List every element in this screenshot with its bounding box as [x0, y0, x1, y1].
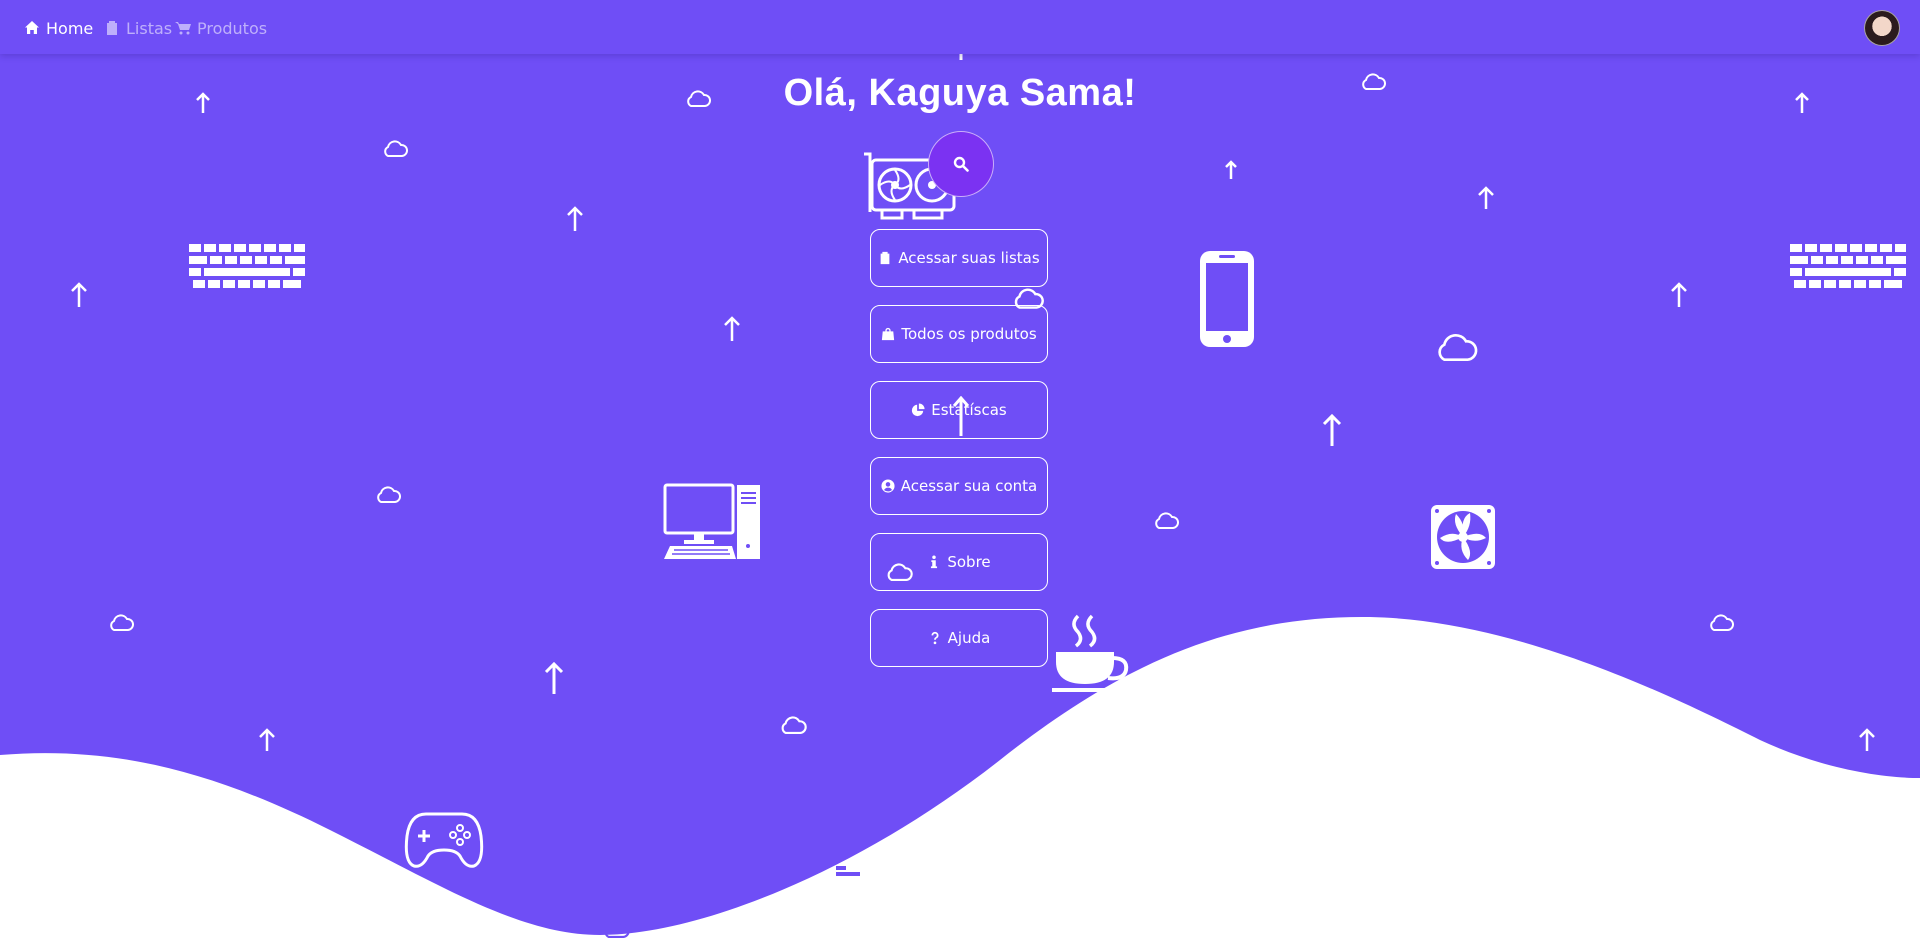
help-button[interactable]: Ajuda [870, 609, 1048, 667]
desktop-computer-icon [662, 482, 762, 560]
cooling-fan-icon [1430, 504, 1496, 570]
arrow-up-icon [723, 316, 741, 342]
shopping-bag-icon [882, 327, 895, 341]
help-label: Ajuda [947, 629, 991, 647]
cloud-icon [1434, 333, 1478, 363]
account-button[interactable]: Acessar sua conta [870, 457, 1048, 515]
arrow-up-icon [1477, 186, 1495, 210]
arrow-up-icon [258, 728, 276, 752]
cloud-icon [1153, 512, 1179, 530]
all-products-button[interactable]: Todos os produtos [870, 305, 1048, 363]
nav-produtos[interactable]: Produtos [175, 18, 267, 38]
smartphone-icon [1198, 249, 1256, 349]
cloud-icon [600, 920, 632, 939]
search-button[interactable] [928, 131, 994, 197]
cart-icon [175, 22, 191, 35]
cloud-icon [382, 140, 408, 158]
access-lists-button[interactable]: Acessar suas listas [870, 229, 1048, 287]
coffee-cup-icon [1052, 614, 1132, 698]
arrow-up-icon [1670, 282, 1688, 308]
home-icon [25, 21, 39, 34]
arrow-up-icon [1322, 414, 1342, 448]
nav-home-label: Home [46, 18, 94, 38]
cloud-icon [1708, 614, 1734, 632]
clipboard-icon [107, 21, 117, 35]
clipboard-icon [880, 251, 890, 265]
user-circle-icon [881, 479, 895, 493]
access-lists-label: Acessar suas listas [898, 249, 1040, 267]
nav-home[interactable]: Home [24, 18, 93, 38]
cloud-icon [779, 716, 807, 735]
user-avatar[interactable] [1864, 10, 1900, 46]
cloud-icon [108, 614, 134, 632]
keyboard-icon [1790, 244, 1906, 288]
nav-listas[interactable]: Listas [104, 18, 172, 38]
statistics-label: Estatíscas [931, 401, 1007, 419]
arrow-up-icon [566, 206, 584, 232]
info-icon [931, 555, 938, 569]
pie-chart-icon [912, 403, 925, 417]
arrow-up-icon [544, 662, 564, 696]
gamepad-icon [404, 810, 484, 870]
search-icon [953, 156, 969, 172]
statistics-button[interactable]: Estatíscas [870, 381, 1048, 439]
all-products-label: Todos os produtos [901, 325, 1037, 343]
account-label: Acessar sua conta [900, 477, 1038, 495]
nav-listas-label: Listas [126, 18, 173, 38]
keyboard-icon [189, 244, 305, 288]
about-label: Sobre [947, 553, 991, 571]
nav-produtos-label: Produtos [197, 18, 268, 38]
question-icon [931, 631, 939, 645]
top-navbar: Home Listas Produtos [0, 0, 1920, 54]
page-title: Olá, Kaguya Sama! [783, 72, 1137, 114]
arrow-up-icon [1224, 160, 1238, 180]
cloud-icon [375, 486, 401, 504]
keyboard-icon [836, 866, 860, 876]
about-button[interactable]: Sobre [870, 533, 1048, 591]
arrow-up-icon [70, 282, 88, 308]
arrow-up-icon [1858, 728, 1876, 752]
